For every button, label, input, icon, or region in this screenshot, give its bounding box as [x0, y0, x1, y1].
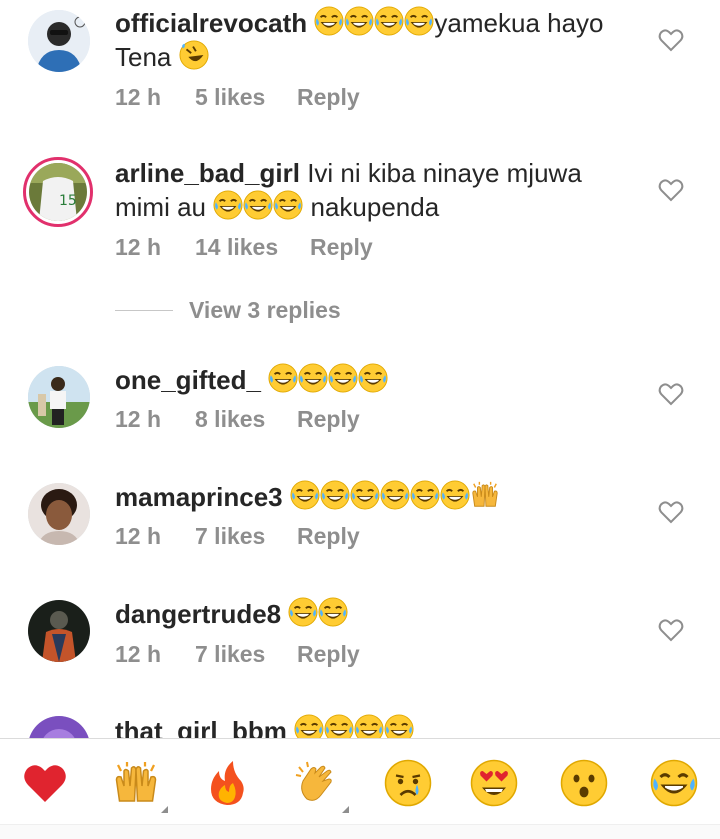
svg-text:15: 15 — [59, 193, 77, 209]
heart-eyes-icon[interactable] — [470, 759, 518, 807]
avatar[interactable]: 15 — [23, 157, 93, 227]
tears-of-joy-icon — [380, 480, 410, 510]
divider — [115, 310, 173, 311]
comment-likes[interactable]: 7 likes — [195, 523, 297, 550]
tears-of-joy-icon — [374, 6, 404, 36]
tears-of-joy-icon — [273, 190, 303, 220]
comment-text: dangertrude8 — [115, 597, 635, 631]
comment-meta: 12 h 8 likes Reply — [115, 406, 360, 433]
rolling-laughing-icon — [179, 40, 209, 70]
like-heart-icon[interactable] — [658, 382, 684, 406]
comment-likes[interactable]: 7 likes — [195, 641, 297, 668]
reply-button[interactable]: Reply — [297, 641, 360, 668]
comment-text: mamaprince3 — [115, 480, 635, 514]
avatar-image — [28, 366, 90, 428]
comment-likes[interactable]: 14 likes — [195, 234, 310, 261]
comment-text: one_gifted_ — [115, 363, 635, 397]
comment-text: officialrevocath yamekua hayo Tena — [115, 6, 635, 74]
comment-meta: 12 h 7 likes Reply — [115, 641, 360, 668]
comment-likes[interactable]: 5 likes — [195, 84, 297, 111]
reply-button[interactable]: Reply — [310, 234, 373, 261]
avatar[interactable] — [28, 716, 90, 738]
avatar[interactable] — [28, 600, 90, 662]
tears-of-joy-icon — [354, 714, 384, 738]
tears-of-joy-icon — [318, 597, 348, 627]
avatar-image — [28, 483, 90, 545]
avatar-image — [28, 600, 90, 662]
tears-of-joy-icon — [290, 480, 320, 510]
quick-reaction-bar — [0, 738, 720, 824]
comment-meta: 12 h 5 likes Reply — [115, 84, 360, 111]
tears-of-joy-icon — [243, 190, 273, 220]
comment-likes[interactable]: 8 likes — [195, 406, 297, 433]
surprised-face-icon[interactable] — [560, 759, 608, 807]
view-replies-label: View 3 replies — [189, 297, 341, 323]
comment-time: 12 h — [115, 641, 162, 667]
tears-of-joy-icon — [404, 6, 434, 36]
comment-text: arline_bad_girl Ivi ni kiba ninaye mjuwa… — [115, 157, 635, 224]
comment-username[interactable]: arline_bad_girl — [115, 158, 300, 188]
tears-of-joy-icon — [288, 597, 318, 627]
bottom-edge — [0, 824, 720, 839]
reply-button[interactable]: Reply — [297, 84, 360, 111]
comment-username[interactable]: dangertrude8 — [115, 599, 281, 629]
avatar[interactable] — [28, 366, 90, 428]
crying-face-icon[interactable] — [384, 759, 432, 807]
tears-of-joy-icon — [440, 480, 470, 510]
comment-body-line2: mimi au — [115, 192, 207, 222]
comment-text: that_girl_bbm — [115, 714, 635, 738]
tears-of-joy-icon — [324, 714, 354, 738]
comment-body-line2: Tena — [115, 42, 172, 72]
comment-body: yamekua hayo — [434, 8, 604, 38]
tears-of-joy-icon — [410, 480, 440, 510]
reply-button[interactable]: Reply — [297, 406, 360, 433]
fire-icon[interactable] — [203, 759, 251, 807]
tears-of-joy-icon — [344, 6, 374, 36]
comment-time: 12 h — [115, 234, 162, 260]
comment-meta: 12 h 14 likes Reply — [115, 234, 373, 261]
avatar-image — [28, 10, 90, 72]
comment-time: 12 h — [115, 406, 162, 432]
variant-indicator — [161, 806, 168, 813]
comments-list: officialrevocath yamekua hayo Tena 12 h … — [0, 0, 720, 738]
tears-of-joy-icon[interactable] — [650, 759, 698, 807]
clapping-hands-icon[interactable] — [293, 759, 349, 813]
tears-of-joy-icon — [358, 363, 388, 393]
comment-time: 12 h — [115, 523, 162, 549]
like-heart-icon[interactable] — [658, 28, 684, 52]
like-heart-icon[interactable] — [658, 500, 684, 524]
avatar[interactable] — [28, 483, 90, 545]
comment-username[interactable]: one_gifted_ — [115, 365, 261, 395]
tears-of-joy-icon — [268, 363, 298, 393]
tears-of-joy-icon — [294, 714, 324, 738]
comment-username[interactable]: that_girl_bbm — [115, 716, 287, 738]
like-heart-icon[interactable] — [658, 618, 684, 642]
avatar[interactable] — [28, 10, 90, 72]
raised-hands-icon — [470, 480, 500, 510]
tears-of-joy-icon — [328, 363, 358, 393]
tears-of-joy-icon — [213, 190, 243, 220]
avatar-image: 15 — [29, 163, 87, 221]
raised-hands-icon[interactable] — [112, 759, 168, 813]
like-heart-icon[interactable] — [658, 178, 684, 202]
tears-of-joy-icon — [350, 480, 380, 510]
tears-of-joy-icon — [320, 480, 350, 510]
comment-username[interactable]: mamaprince3 — [115, 482, 283, 512]
red-heart-icon[interactable] — [21, 759, 69, 807]
tears-of-joy-icon — [314, 6, 344, 36]
comment-meta: 12 h 7 likes Reply — [115, 523, 360, 550]
avatar-image — [28, 716, 90, 738]
comment-username[interactable]: officialrevocath — [115, 8, 307, 38]
comment-time: 12 h — [115, 84, 162, 110]
comment-body-line2-after: nakupenda — [310, 192, 440, 222]
comment-body: Ivi ni kiba ninaye mjuwa — [307, 158, 582, 188]
tears-of-joy-icon — [298, 363, 328, 393]
view-replies-button[interactable]: View 3 replies — [115, 297, 341, 324]
variant-indicator — [342, 806, 349, 813]
tears-of-joy-icon — [384, 714, 414, 738]
reply-button[interactable]: Reply — [297, 523, 360, 550]
